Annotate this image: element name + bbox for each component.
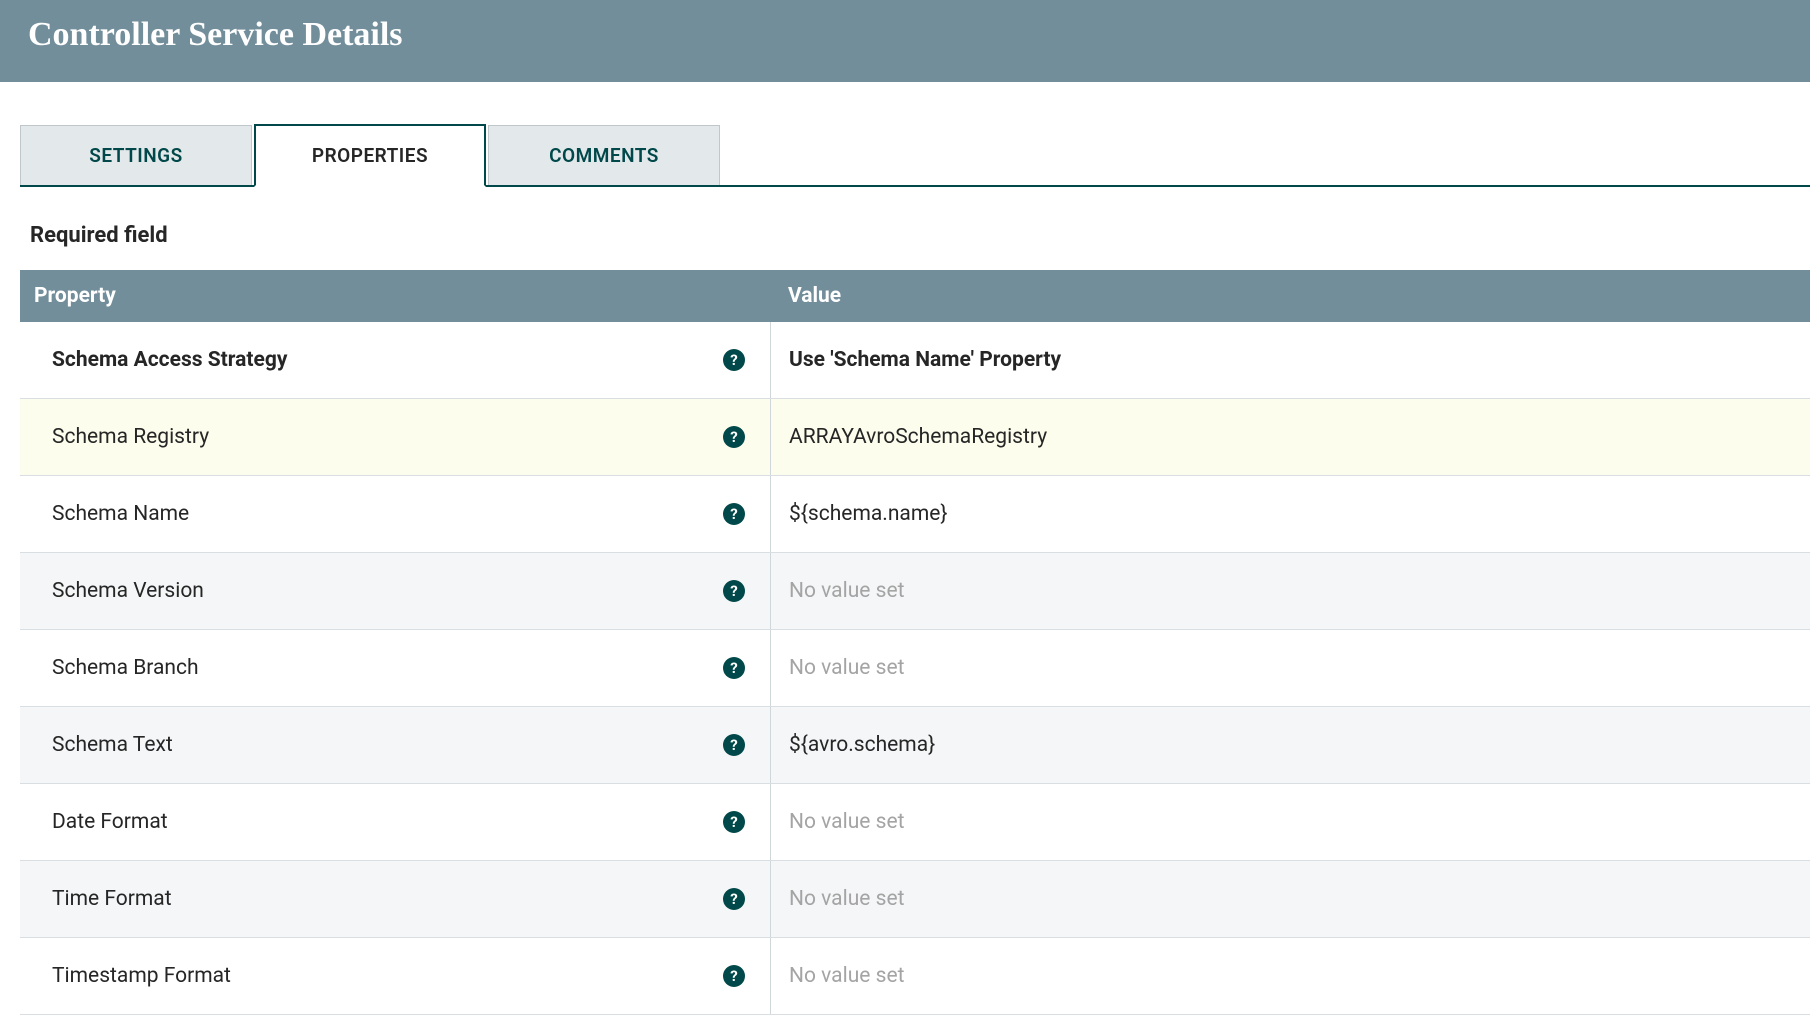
- property-name: Schema Access Strategy: [34, 336, 712, 384]
- property-cell: Date Format?: [20, 784, 770, 860]
- help-wrap: ?: [712, 888, 756, 910]
- help-wrap: ?: [712, 426, 756, 448]
- table-row[interactable]: Date Format? No value set: [20, 784, 1810, 861]
- property-value: No value set: [789, 887, 904, 911]
- help-wrap: ?: [712, 349, 756, 371]
- property-cell: Schema Version?: [20, 553, 770, 629]
- property-name: Schema Version: [34, 567, 712, 615]
- property-name: Schema Name: [34, 490, 712, 538]
- help-wrap: ?: [712, 965, 756, 987]
- value-cell[interactable]: ${avro.schema}: [770, 707, 1810, 783]
- value-cell[interactable]: ${schema.name}: [770, 476, 1810, 552]
- required-field-label: Required field: [30, 223, 1810, 248]
- property-value: No value set: [789, 964, 904, 988]
- property-value: No value set: [789, 810, 904, 834]
- tab-settings[interactable]: SETTINGS: [20, 125, 252, 185]
- table-row[interactable]: Timestamp Format? No value set: [20, 938, 1810, 1015]
- help-icon[interactable]: ?: [723, 657, 745, 679]
- property-value: No value set: [789, 579, 904, 603]
- value-cell[interactable]: Use 'Schema Name' Property: [770, 322, 1810, 398]
- help-wrap: ?: [712, 503, 756, 525]
- value-cell[interactable]: No value set: [770, 630, 1810, 706]
- help-wrap: ?: [712, 580, 756, 602]
- property-cell: Schema Branch?: [20, 630, 770, 706]
- property-name: Time Format: [34, 875, 712, 923]
- value-cell[interactable]: No value set: [770, 861, 1810, 937]
- tab-properties[interactable]: PROPERTIES: [254, 124, 486, 187]
- property-name: Schema Branch: [34, 644, 712, 692]
- help-icon[interactable]: ?: [723, 888, 745, 910]
- table-row[interactable]: Schema Text? ${avro.schema}: [20, 707, 1810, 784]
- table-header-row: Property Value: [20, 270, 1810, 322]
- help-icon[interactable]: ?: [723, 503, 745, 525]
- help-icon[interactable]: ?: [723, 811, 745, 833]
- table-row[interactable]: Schema Access Strategy? Use 'Schema Name'…: [20, 322, 1810, 399]
- property-cell: Timestamp Format?: [20, 938, 770, 1014]
- help-wrap: ?: [712, 734, 756, 756]
- value-cell[interactable]: ARRAYAvroSchemaRegistry: [770, 399, 1810, 475]
- header-value: Value: [770, 270, 1810, 322]
- property-name: Date Format: [34, 798, 712, 846]
- dialog-content: SETTINGS PROPERTIES COMMENTS Required fi…: [0, 124, 1810, 1015]
- property-name: Schema Registry: [34, 413, 712, 461]
- property-name: Timestamp Format: [34, 952, 712, 1000]
- help-icon[interactable]: ?: [723, 426, 745, 448]
- help-icon[interactable]: ?: [723, 580, 745, 602]
- property-value: ${avro.schema}: [789, 733, 935, 757]
- value-cell[interactable]: No value set: [770, 938, 1810, 1014]
- table-row[interactable]: Schema Version? No value set: [20, 553, 1810, 630]
- properties-table: Property Value Schema Access Strategy? Us…: [20, 270, 1810, 1015]
- help-icon[interactable]: ?: [723, 965, 745, 987]
- help-wrap: ?: [712, 811, 756, 833]
- table-row[interactable]: Schema Registry? ARRAYAvroSchemaRegistry: [20, 399, 1810, 476]
- dialog-title: Controller Service Details: [28, 16, 1782, 54]
- table-row[interactable]: Schema Branch? No value set: [20, 630, 1810, 707]
- property-cell: Schema Text?: [20, 707, 770, 783]
- value-cell[interactable]: No value set: [770, 784, 1810, 860]
- property-value: Use 'Schema Name' Property: [789, 348, 1061, 372]
- help-icon[interactable]: ?: [723, 349, 745, 371]
- table-row[interactable]: Schema Name? ${schema.name}: [20, 476, 1810, 553]
- help-icon[interactable]: ?: [723, 734, 745, 756]
- property-cell: Schema Registry?: [20, 399, 770, 475]
- table-row[interactable]: Time Format? No value set: [20, 861, 1810, 938]
- dialog-header: Controller Service Details: [0, 0, 1810, 82]
- property-name: Schema Text: [34, 721, 712, 769]
- property-cell: Time Format?: [20, 861, 770, 937]
- property-value: ${schema.name}: [789, 502, 948, 526]
- tab-comments[interactable]: COMMENTS: [488, 125, 720, 185]
- property-value: No value set: [789, 656, 904, 680]
- help-wrap: ?: [712, 657, 756, 679]
- tab-bar: SETTINGS PROPERTIES COMMENTS: [20, 124, 1810, 187]
- property-cell: Schema Access Strategy?: [20, 322, 770, 398]
- property-cell: Schema Name?: [20, 476, 770, 552]
- header-property: Property: [20, 270, 770, 322]
- property-value: ARRAYAvroSchemaRegistry: [789, 425, 1047, 449]
- value-cell[interactable]: No value set: [770, 553, 1810, 629]
